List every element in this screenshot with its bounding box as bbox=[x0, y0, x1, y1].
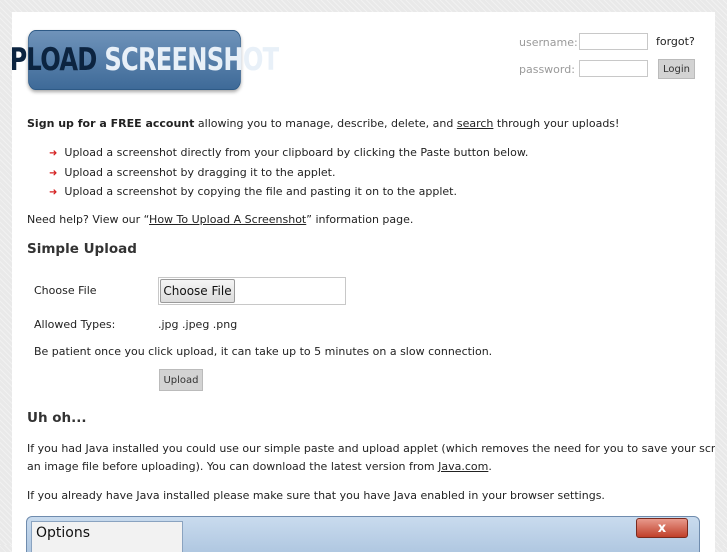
allowed-types-value: .jpg .jpeg .png bbox=[158, 318, 238, 331]
search-link[interactable]: search bbox=[457, 117, 494, 130]
logo-word-screenshot: SCREENSHOT bbox=[104, 42, 279, 78]
help-line: Need help? View our “How To Upload A Scr… bbox=[27, 213, 413, 226]
java-enabled-note: If you already have Java installed pleas… bbox=[27, 489, 605, 502]
list-item: ➜ Upload a screenshot by dragging it to … bbox=[49, 166, 335, 179]
java-text: an image file before uploading). You can… bbox=[27, 460, 439, 473]
java-text-end: . bbox=[488, 460, 492, 473]
signup-text-end: through your uploads! bbox=[493, 117, 620, 130]
signup-bold[interactable]: Sign up for a FREE account bbox=[27, 117, 194, 130]
patience-note: Be patient once you click upload, it can… bbox=[34, 345, 493, 358]
list-item-text: Upload a screenshot directly from your c… bbox=[64, 146, 529, 159]
how-to-link[interactable]: How To Upload A Screenshot bbox=[149, 213, 306, 226]
choose-file-label: Choose File bbox=[34, 284, 97, 297]
page: UPLOAD SCREENSHOT username: forgot? pass… bbox=[12, 12, 715, 552]
help-text: Need help? View our “ bbox=[27, 213, 150, 226]
list-item: ➜ Upload a screenshot by copying the fil… bbox=[49, 185, 457, 198]
options-window-screenshot: Options x bbox=[26, 516, 700, 552]
help-text-end: ” information page. bbox=[306, 213, 414, 226]
uh-oh-heading: Uh oh... bbox=[27, 410, 87, 426]
logo-word-upload: UPLOAD bbox=[12, 42, 97, 78]
username-input[interactable] bbox=[579, 33, 648, 50]
signup-text: allowing you to manage, describe, delete… bbox=[194, 117, 457, 130]
forgot-link[interactable]: forgot? bbox=[656, 35, 695, 48]
options-window-title: Options bbox=[36, 525, 91, 541]
java-paragraph-line1: If you had Java installed you could use … bbox=[27, 442, 715, 455]
arrow-right-icon: ➜ bbox=[49, 187, 58, 198]
java-com-link[interactable]: Java.com bbox=[438, 460, 488, 473]
list-item: ➜ Upload a screenshot directly from your… bbox=[49, 146, 528, 159]
arrow-right-icon: ➜ bbox=[49, 168, 58, 179]
simple-upload-heading: Simple Upload bbox=[27, 241, 137, 257]
login-button[interactable]: Login bbox=[658, 59, 695, 79]
password-label: password: bbox=[519, 63, 575, 76]
site-logo[interactable]: UPLOAD SCREENSHOT bbox=[12, 30, 279, 90]
signup-line: Sign up for a FREE account allowing you … bbox=[27, 117, 619, 130]
list-item-text: Upload a screenshot by copying the file … bbox=[64, 185, 457, 198]
file-input[interactable]: Choose File bbox=[158, 277, 346, 305]
close-icon: x bbox=[636, 518, 688, 538]
choose-file-button[interactable]: Choose File bbox=[160, 279, 235, 303]
java-paragraph-line2: an image file before uploading). You can… bbox=[27, 460, 492, 473]
list-item-text: Upload a screenshot by dragging it to th… bbox=[64, 166, 336, 179]
arrow-right-icon: ➜ bbox=[49, 148, 58, 159]
password-input[interactable] bbox=[579, 60, 648, 77]
username-label: username: bbox=[519, 36, 578, 49]
upload-button[interactable]: Upload bbox=[159, 369, 203, 391]
allowed-types-label: Allowed Types: bbox=[34, 318, 116, 331]
